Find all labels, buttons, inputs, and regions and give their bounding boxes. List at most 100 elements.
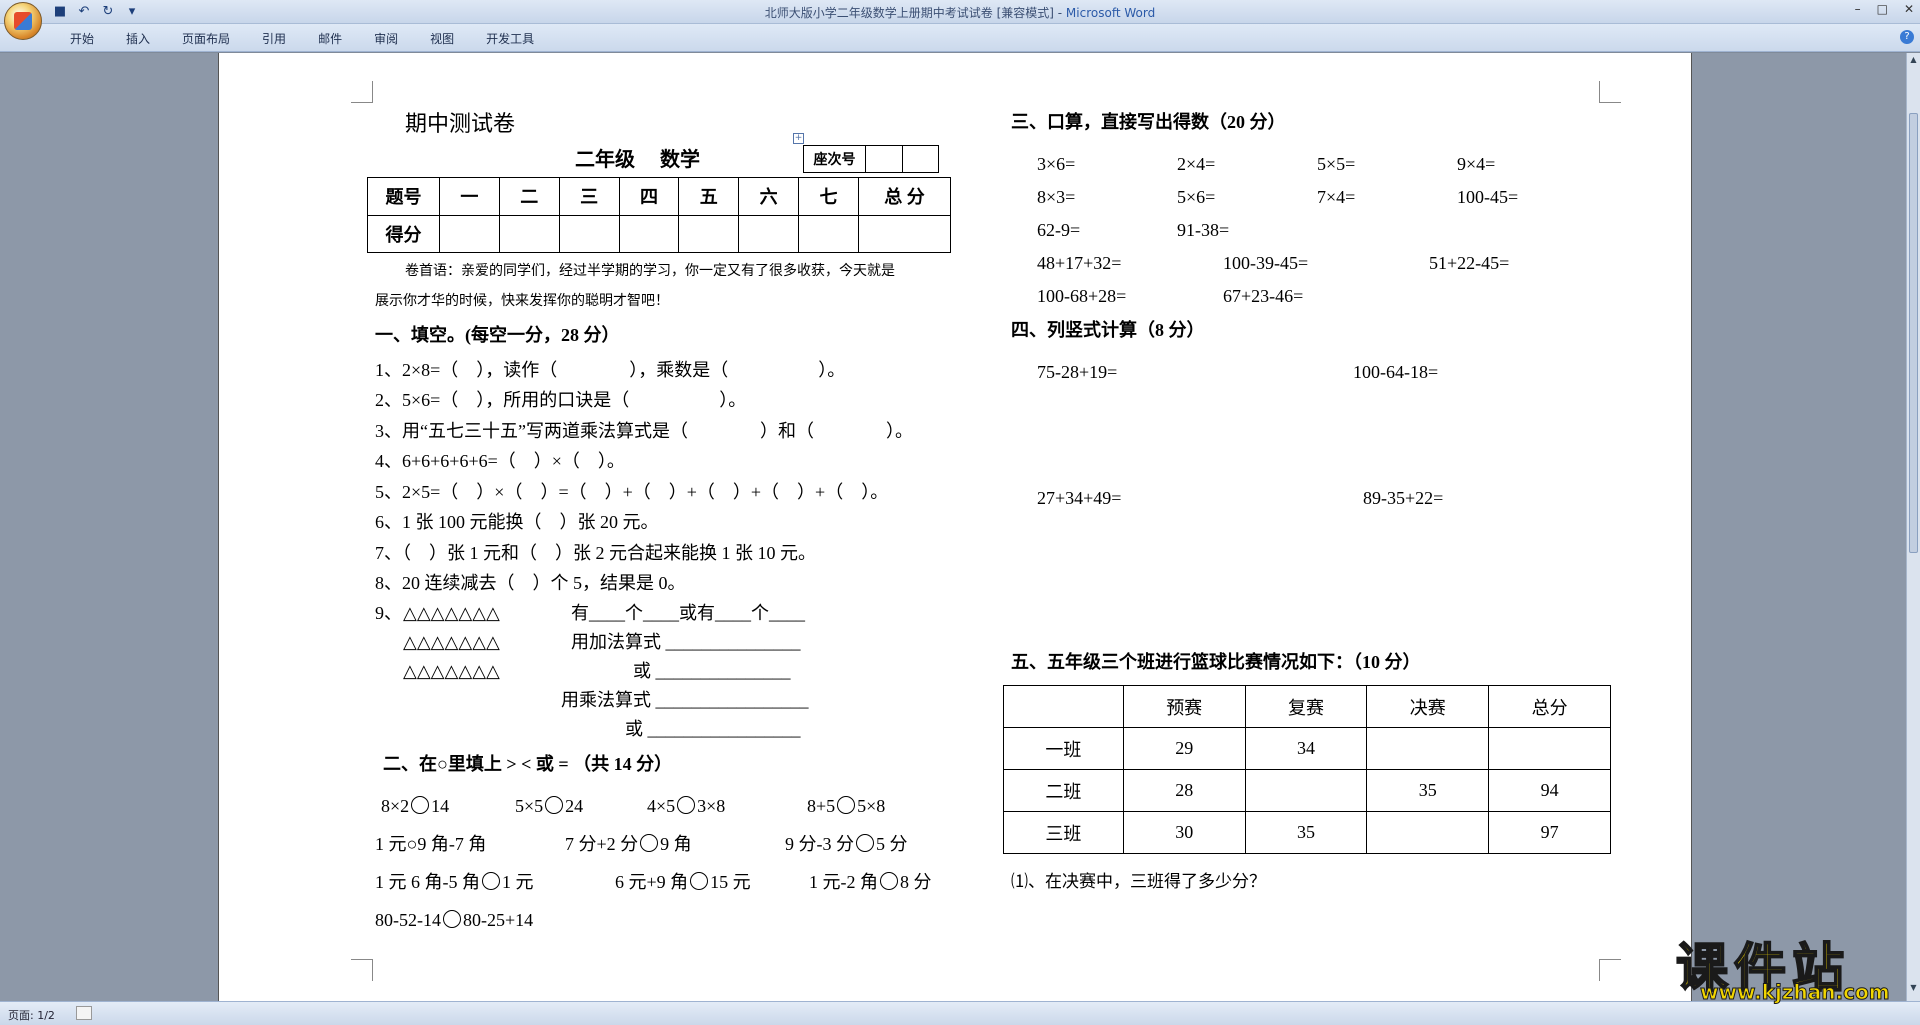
- table-row: 三班 30 35 97: [1003, 811, 1611, 854]
- scroll-down-icon[interactable]: ▼: [1909, 983, 1918, 992]
- circle-blank-icon[interactable]: [837, 796, 856, 814]
- score-cell[interactable]: [439, 214, 500, 253]
- office-logo-icon: [14, 12, 32, 30]
- circle-blank-icon[interactable]: [677, 796, 696, 814]
- score-cell[interactable]: [858, 214, 951, 253]
- circle-blank-icon[interactable]: [545, 796, 564, 814]
- table-header: [1003, 685, 1124, 728]
- scroll-up-icon[interactable]: ▲: [1909, 55, 1918, 64]
- vertical-scrollbar[interactable]: ▲ ▼: [1906, 53, 1920, 1001]
- seat-number-table: 座次号: [803, 145, 939, 173]
- seat-cell[interactable]: [901, 145, 939, 173]
- tab-page-layout[interactable]: 页面布局: [172, 30, 240, 47]
- score-header-cell: 五: [678, 177, 740, 216]
- document-page[interactable]: 期中测试卷 二年级 数学 座次号 + 题号 一 二 三 四 五 六 七 总 分 …: [218, 53, 1692, 1001]
- tab-review[interactable]: 审阅: [364, 30, 408, 47]
- site-watermark: 课件站 www.kjzhan.com: [1662, 926, 1894, 1006]
- basketball-table: 预赛 复赛 决赛 总分 一班 29 34 二班 28 35 94 三班 30 3…: [1003, 685, 1611, 854]
- section-5-title: 五、五年级三个班进行篮球比赛情况如下：（10 分）: [1011, 652, 1421, 672]
- score-cell[interactable]: [738, 214, 800, 253]
- app-name: Microsoft Word: [1065, 6, 1156, 20]
- scroll-thumb[interactable]: [1909, 113, 1918, 553]
- compare-item: 9 分-3 分5 分: [785, 834, 908, 854]
- compare-item: 5×5 24: [515, 796, 584, 816]
- table-cell[interactable]: [1366, 811, 1490, 854]
- score-cell[interactable]: [678, 214, 740, 253]
- title-bar: ■ ↶ ↻ ▾ 北师大版小学二年级数学上册期中考试试卷 [兼容模式] - Mic…: [0, 0, 1920, 24]
- triangle-row: △△△△△△△: [403, 661, 500, 681]
- intro-line: 展示你才华的时候，快来发挥你的聪明才智吧！: [375, 294, 669, 309]
- tab-home[interactable]: 开始: [60, 30, 104, 47]
- fill-item-4: 4、6+6+6+6+6=（ ）×（ ）。: [375, 451, 625, 471]
- q9-line-4: 用乘法算式 _________________: [561, 690, 809, 710]
- table-cell: 29: [1122, 727, 1246, 770]
- maximize-button[interactable]: □: [1877, 2, 1888, 16]
- circle-blank-icon[interactable]: [482, 872, 500, 890]
- tab-view[interactable]: 视图: [420, 30, 464, 47]
- tab-developer[interactable]: 开发工具: [476, 30, 544, 47]
- table-cell: 94: [1488, 769, 1611, 812]
- table-header: 决赛: [1366, 685, 1490, 728]
- circle-blank-icon[interactable]: [690, 872, 709, 890]
- table-cell: 28: [1122, 769, 1246, 812]
- oral-item: 8×3=: [1037, 187, 1076, 207]
- tab-references[interactable]: 引用: [252, 30, 296, 47]
- table-cell[interactable]: [1244, 769, 1368, 812]
- q9-line-3: 或 _______________: [633, 661, 791, 681]
- table-row: 一班 29 34: [1003, 727, 1611, 770]
- score-header-cell: 三: [558, 177, 620, 216]
- compare-item: 8+5 5×8: [807, 796, 886, 816]
- compare-item: 8×2 14: [381, 796, 450, 816]
- circle-blank-icon[interactable]: [443, 910, 461, 928]
- score-cell[interactable]: [798, 214, 859, 253]
- exam-subtitle: 二年级 数学: [575, 149, 700, 171]
- vertical-calc-item: 75-28+19=: [1037, 362, 1118, 382]
- seat-cell[interactable]: [865, 145, 903, 173]
- score-header-cell: 六: [738, 177, 800, 216]
- score-header-cell: 七: [798, 177, 859, 216]
- score-cell[interactable]: [558, 214, 620, 253]
- table-header: 总分: [1488, 685, 1611, 728]
- circle-blank-icon[interactable]: [856, 834, 874, 852]
- section-2-title: 二、在○里填上 > < 或 = （共 14 分）: [383, 754, 673, 774]
- section-1-title: 一、填空。(每空一分，28 分）: [375, 325, 620, 345]
- circle-blank-icon[interactable]: [640, 834, 659, 852]
- circle-blank-icon[interactable]: [880, 872, 898, 890]
- table-move-handle-icon[interactable]: +: [793, 133, 804, 144]
- tab-insert[interactable]: 插入: [116, 30, 160, 47]
- compare-item: 80-52-14 80-25+14: [375, 910, 534, 930]
- compare-item: 1 元○9 角-7 角: [375, 834, 487, 854]
- page-indicator[interactable]: 页面: 1/2: [8, 1007, 55, 1023]
- oral-item: 5×6=: [1177, 187, 1216, 207]
- table-cell: 35: [1244, 811, 1368, 854]
- triangle-row: △△△△△△△: [403, 632, 500, 652]
- score-cell[interactable]: [498, 214, 560, 253]
- office-button[interactable]: [4, 2, 42, 40]
- section-4-title: 四、列竖式计算（8 分）: [1011, 320, 1205, 340]
- window-title: 北师大版小学二年级数学上册期中考试试卷 [兼容模式] - Microsoft W…: [0, 4, 1920, 21]
- section-3-title: 三、口算，直接写出得数（20 分）: [1011, 112, 1286, 132]
- table-cell[interactable]: [1366, 727, 1490, 770]
- document-title: 北师大版小学二年级数学上册期中考试试卷 [兼容模式] -: [764, 6, 1066, 20]
- fill-item-9-number: 9、: [375, 603, 402, 623]
- compare-item: 6 元+9 角 15 元: [615, 872, 751, 892]
- circle-blank-icon[interactable]: [411, 796, 430, 814]
- compare-item: 7 分+2 分9 角: [565, 834, 692, 854]
- fill-item-5: 5、2×5=（ ）×（ ）=（ ）+（ ）+（ ）+（ ）+（ ）。: [375, 482, 889, 502]
- score-cell[interactable]: [618, 214, 680, 253]
- table-cell: 97: [1488, 811, 1611, 854]
- score-header-cell: 总 分: [858, 177, 951, 216]
- table-cell[interactable]: [1488, 727, 1611, 770]
- oral-item: 5×5=: [1317, 154, 1356, 174]
- vertical-calc-item: 89-35+22=: [1363, 488, 1444, 508]
- seat-label: 座次号: [803, 145, 866, 173]
- minimize-button[interactable]: –: [1855, 2, 1861, 16]
- proofing-icon[interactable]: [76, 1006, 92, 1020]
- close-button[interactable]: ✕: [1904, 2, 1914, 16]
- table-cell: 三班: [1003, 811, 1124, 854]
- oral-item: 100-68+28=: [1037, 286, 1127, 306]
- oral-item: 2×4=: [1177, 154, 1216, 174]
- table-header: 预赛: [1122, 685, 1246, 728]
- help-icon[interactable]: ?: [1900, 30, 1914, 44]
- tab-mailings[interactable]: 邮件: [308, 30, 352, 47]
